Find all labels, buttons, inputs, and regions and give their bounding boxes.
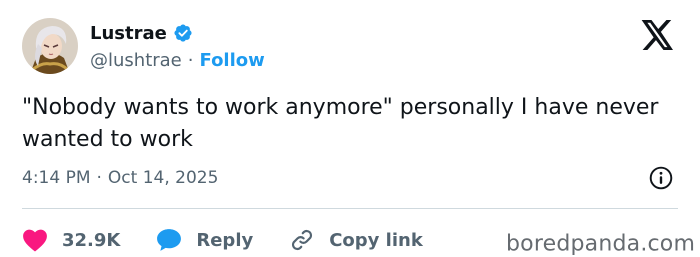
- avatar[interactable]: [22, 18, 78, 74]
- info-icon[interactable]: [648, 165, 674, 191]
- reply-button[interactable]: Reply: [156, 228, 253, 252]
- heart-icon: [22, 228, 48, 252]
- likes-count: 32.9K: [62, 229, 121, 251]
- watermark: boredpanda.com: [506, 231, 696, 257]
- timestamp-separator: ·: [96, 168, 102, 188]
- tweet-timestamp[interactable]: 4:14 PM · Oct 14, 2025: [22, 165, 218, 191]
- reply-label: Reply: [196, 229, 254, 251]
- tweet-date: Oct 14, 2025: [107, 168, 219, 188]
- like-button[interactable]: 32.9K: [22, 228, 120, 252]
- handle-separator: ·: [187, 49, 194, 71]
- copy-link-button[interactable]: Copy link: [289, 227, 423, 253]
- verified-badge-icon: [173, 23, 193, 43]
- follow-button[interactable]: Follow: [200, 50, 265, 71]
- link-icon: [289, 227, 315, 253]
- author-name-row: Lustrae: [90, 20, 193, 46]
- tweet-text: "Nobody wants to work anymore" personall…: [22, 95, 659, 152]
- display-name[interactable]: Lustrae: [90, 23, 167, 44]
- divider: [22, 208, 678, 209]
- author-handle[interactable]: @lushtrae: [90, 50, 182, 71]
- author-handle-row: @lushtrae · Follow: [90, 47, 265, 73]
- x-logo-icon[interactable]: [641, 20, 675, 50]
- action-bar: 32.9K Reply Copy link: [22, 227, 459, 253]
- reply-bubble-icon: [156, 228, 182, 252]
- copy-link-label: Copy link: [329, 229, 423, 251]
- tweet-time: 4:14 PM: [22, 168, 91, 188]
